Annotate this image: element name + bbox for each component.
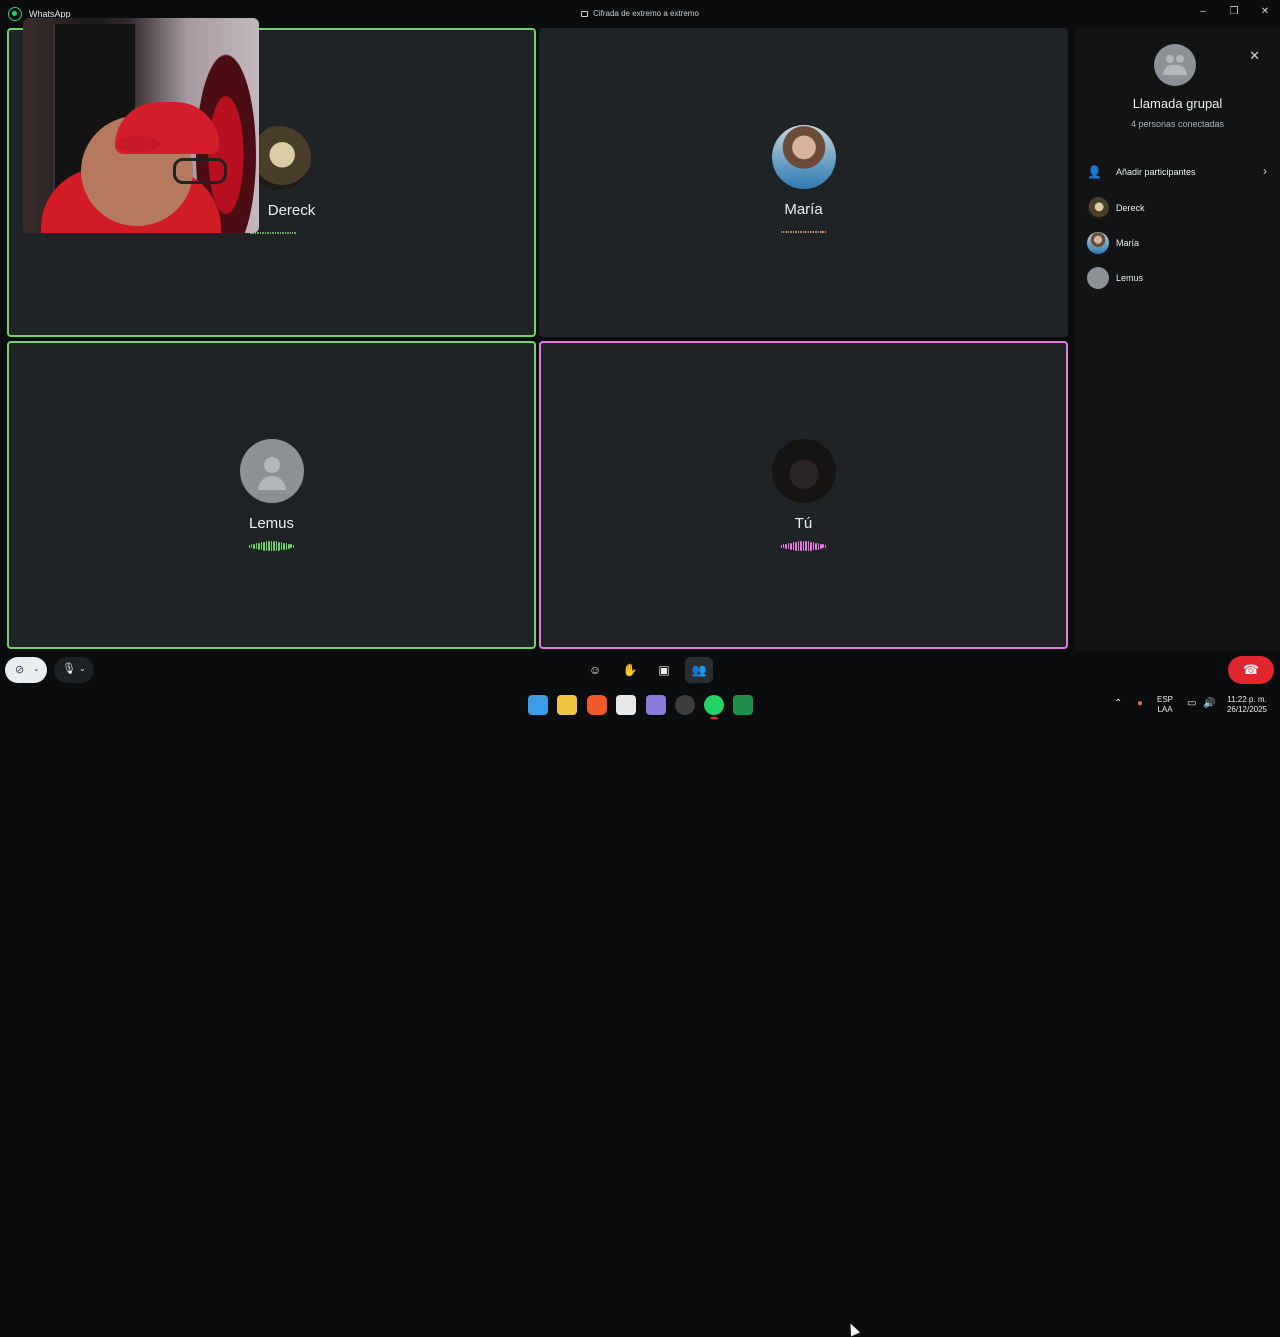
clock[interactable]: 11:22 p. m. 26/12/2025 (1222, 695, 1272, 715)
volume-icon[interactable]: 🔊 (1203, 699, 1215, 709)
taskbar: ⌃ ● ESP LAA ▭ 🔊 11:22 p. m. 26/12/2025 (0, 690, 1280, 720)
audio-wave-icon (248, 541, 295, 551)
lang-top: ESP (1157, 695, 1174, 704)
whatsapp-taskbar-icon[interactable] (704, 695, 724, 715)
participant-row-dereck[interactable]: Dereck (1087, 197, 1269, 219)
camera-overlay (23, 18, 259, 233)
share-screen-button[interactable]: ▣ (650, 657, 678, 683)
participant-row-maria[interactable]: María (1087, 232, 1269, 254)
avatar (1087, 232, 1109, 254)
screen-share-icon: ▣ (658, 663, 670, 677)
add-person-icon: 👤 (1087, 165, 1102, 179)
avatar (1087, 267, 1109, 289)
add-participants-button[interactable]: 👤 Añadir participantes › (1087, 162, 1269, 182)
participant-tile-maria[interactable]: María (539, 28, 1068, 337)
participant-name: Tú (794, 515, 813, 532)
hang-up-button[interactable]: ☎ (1228, 656, 1274, 684)
store-icon[interactable] (616, 695, 636, 715)
clock-time: 11:22 p. m. (1227, 695, 1267, 704)
participants-button[interactable]: 👥 (685, 657, 713, 683)
participant-row-name: Dereck (1116, 203, 1145, 213)
participant-row-name: Lemus (1116, 273, 1144, 283)
app-icon[interactable] (675, 695, 695, 715)
panel-title: Llamada grupal (1132, 96, 1223, 111)
audio-wave-icon (780, 541, 827, 551)
call-controls: ⊘ ⌄ 🎙 ⌄ ☺ ✋ ▣ 👥 ☎ (0, 650, 1280, 1337)
camera-toggle-button[interactable]: ⊘ ⌄ (5, 657, 47, 683)
people-icon: 👥 (691, 663, 707, 677)
maximize-button[interactable]: ❐ (1219, 4, 1249, 20)
file-explorer-icon[interactable] (557, 695, 577, 715)
audio-wave-icon (780, 227, 827, 237)
close-button[interactable]: ✕ (1250, 4, 1280, 20)
active-indicator (710, 717, 718, 719)
language-indicator[interactable]: ESP LAA (1157, 695, 1173, 715)
participant-row-lemus[interactable]: Lemus (1087, 267, 1269, 289)
participant-tile-lemus[interactable]: Lemus (7, 341, 536, 649)
participant-name: Lemus (248, 515, 295, 532)
network-icon[interactable]: ▭ (1187, 699, 1196, 709)
add-participants-label: Añadir participantes (1116, 167, 1196, 177)
hand-icon: ✋ (622, 663, 638, 677)
participant-tile-self[interactable]: Tú (539, 341, 1068, 649)
brave-browser-icon[interactable] (587, 695, 607, 715)
encryption-text: Cifrada de extremo a extremo (593, 9, 699, 18)
avatar (239, 439, 304, 503)
participant-name: María (784, 201, 823, 218)
video-off-icon: ⊘ (15, 664, 25, 676)
phone-hangup-icon: ☎ (1242, 662, 1260, 677)
mic-icon: 🎙 (62, 663, 76, 675)
gamepad-icon[interactable] (646, 695, 666, 715)
chevron-down-icon[interactable]: ⌄ (79, 664, 86, 673)
emoji-icon: ☺ (588, 663, 602, 677)
call-info-panel: ✕ Llamada grupal 4 personas conectadas 👤… (1075, 28, 1280, 650)
raise-hand-button[interactable]: ✋ (616, 657, 644, 683)
lang-bottom: LAA (1157, 705, 1173, 714)
avatar (1087, 197, 1109, 219)
mic-toggle-button[interactable]: 🎙 ⌄ (54, 657, 94, 683)
encryption-notice: Cifrada de extremo a extremo (0, 9, 1280, 18)
group-icon (1154, 44, 1196, 86)
close-panel-icon[interactable]: ✕ (1249, 48, 1260, 64)
avatar (771, 439, 836, 503)
mic-tray-icon[interactable]: ● (1137, 699, 1143, 709)
clock-date: 26/12/2025 (1226, 705, 1268, 714)
spreadsheet-icon[interactable] (733, 695, 753, 715)
chevron-down-icon[interactable]: ⌄ (33, 664, 40, 673)
emoji-reaction-button[interactable]: ☺ (581, 657, 609, 683)
chevron-right-icon: › (1263, 164, 1267, 178)
mouse-cursor-icon (845, 1321, 861, 1337)
minimize-button[interactable]: – (1188, 4, 1218, 20)
panel-subtitle: 4 personas conectadas (1130, 119, 1225, 129)
avatar (771, 125, 836, 189)
participant-row-name: María (1116, 238, 1140, 248)
lock-icon (581, 11, 589, 17)
windows-start-icon[interactable] (528, 695, 548, 715)
tray-chevron-icon[interactable]: ⌃ (1114, 699, 1122, 709)
